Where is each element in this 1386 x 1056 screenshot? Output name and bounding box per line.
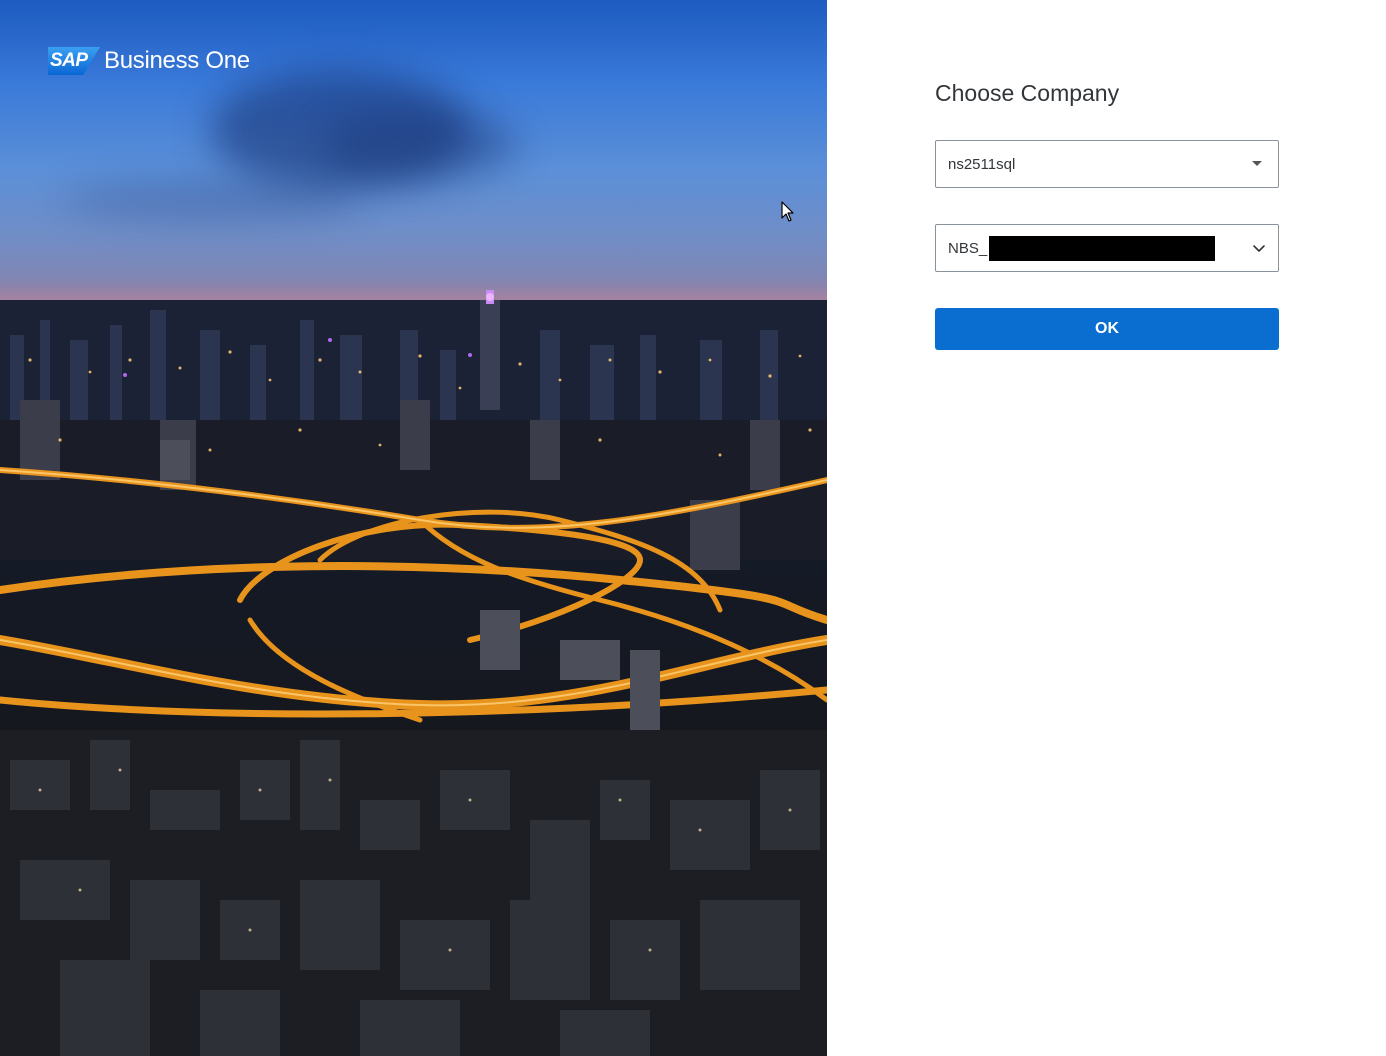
company-select-value: NBS_ — [948, 239, 988, 257]
sap-logo-badge: SAP — [48, 47, 100, 75]
sap-logo-text: SAP — [50, 50, 88, 71]
city-skyline-illustration — [0, 290, 827, 1056]
server-select[interactable]: ns2511sql — [935, 140, 1279, 188]
server-select-value: ns2511sql — [948, 155, 1016, 173]
company-select[interactable]: NBS_ — [935, 224, 1279, 272]
chevron-down-icon — [1253, 245, 1265, 252]
hero-image: SAP Business One — [0, 0, 827, 1056]
redaction-block — [989, 235, 1216, 261]
ok-button[interactable]: OK — [935, 308, 1279, 350]
mouse-pointer-icon — [781, 201, 794, 222]
product-name: Business One — [104, 47, 250, 74]
sap-business-one-logo: SAP Business One — [48, 46, 250, 76]
page-title: Choose Company — [935, 80, 1120, 106]
login-panel: Choose Company ns2511sql NBS_ OK — [827, 0, 1386, 1056]
caret-down-icon — [1252, 161, 1262, 166]
